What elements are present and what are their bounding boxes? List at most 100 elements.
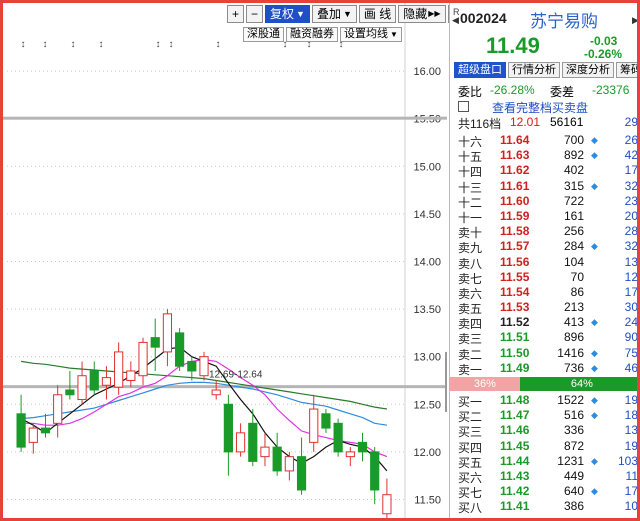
set-ma-label: 设置均线 — [344, 28, 388, 40]
kline-svg[interactable]: 16.0015.5015.0014.5014.0013.5013.0012.50… — [3, 3, 447, 521]
bid-row[interactable]: 买六 11.43 449 11 — [450, 468, 637, 485]
buy-sell-balance-bar: 36% 64% — [450, 377, 637, 391]
ask-price: 11.51 — [500, 330, 530, 345]
tab-market-analysis[interactable]: 行情分析 — [508, 62, 560, 78]
ask-volume: 284 — [563, 239, 584, 254]
ask-row[interactable]: 十三 11.61 315 32 ◆ — [450, 178, 637, 195]
ask-row[interactable]: 卖四 11.52 413 24 ◆ — [450, 315, 637, 331]
ask-row[interactable]: 卖二 11.50 1416 75 ◆ — [450, 345, 637, 362]
bid-row[interactable]: 买二 11.47 516 18 ◆ — [450, 408, 637, 424]
bid-row[interactable]: 买五 11.44 1231 103 ◆ — [450, 454, 637, 470]
kline-chart-area[interactable]: 16.0015.5015.0014.5014.0013.5013.0012.50… — [3, 3, 467, 521]
chart-subbar: 深股通 融资融券 设置均线 ▼ — [243, 27, 402, 42]
fuquan-dropdown[interactable]: 复权 ▼ — [265, 5, 310, 23]
prev-stock-icon[interactable]: ◀ — [452, 15, 459, 26]
ask-price: 11.49 — [500, 360, 530, 375]
ask-volume: 86 — [570, 284, 584, 299]
draw-line-button[interactable]: 画 线 — [358, 5, 397, 23]
candle-body — [272, 446, 282, 472]
ask-volume: 736 — [563, 360, 584, 375]
bid-price: 11.41 — [500, 499, 530, 514]
hide-button[interactable]: 隐藏 ▶▶ — [398, 5, 446, 23]
checkbox-icon[interactable] — [458, 101, 469, 112]
ask-price: 11.56 — [500, 254, 530, 269]
buy-share: 36% — [450, 377, 520, 391]
ask-row[interactable]: 十六 11.64 700 26 ◆ — [450, 133, 637, 149]
bid-price: 11.42 — [500, 484, 530, 499]
zoom-out-button[interactable]: − — [246, 5, 264, 23]
bid-price: 11.43 — [500, 468, 530, 483]
order-dot-icon: ◆ — [591, 317, 598, 328]
next-stock-icon[interactable]: ▶ — [632, 15, 637, 26]
ask-price: 11.50 — [500, 345, 530, 360]
y-tick-label: 15.00 — [413, 161, 441, 173]
candle-body — [357, 441, 368, 453]
candle-body — [296, 456, 307, 491]
zoom-in-button[interactable]: + — [227, 5, 245, 23]
ask-price: 11.59 — [500, 208, 530, 223]
candle-body — [321, 413, 331, 429]
panel-tabs: 超级盘口 行情分析 深度分析 筹码分 — [454, 62, 637, 78]
y-tick-label: 13.00 — [413, 352, 441, 364]
bid-volume: 336 — [563, 423, 584, 438]
ask-row[interactable]: 十四 11.62 402 17 — [450, 163, 637, 179]
ask-row[interactable]: 十二 11.60 722 23 — [450, 193, 637, 210]
ask-row[interactable]: 卖十 11.58 256 28 — [450, 224, 637, 240]
y-tick-label: 11.50 — [414, 494, 441, 506]
ask-row[interactable]: 卖五 11.53 213 30 — [450, 300, 637, 316]
ask-row[interactable]: 卖九 11.57 284 32 ◆ — [450, 239, 637, 255]
event-marker-icon: ↕ — [71, 39, 76, 50]
candle-body — [53, 394, 63, 424]
ask-volume: 892 — [563, 148, 584, 163]
weibi-label: 委比 — [458, 85, 483, 99]
bid-row[interactable]: 买八 11.41 386 10 — [450, 499, 637, 515]
ask-row[interactable]: 卖七 11.55 70 12 — [450, 270, 637, 286]
ask-price: 11.52 — [500, 315, 530, 330]
candle-body — [150, 337, 160, 348]
ask-row[interactable]: 卖六 11.54 86 17 — [450, 284, 637, 301]
ask-row[interactable]: 卖一 11.49 736 46 ◆ — [450, 360, 637, 377]
bid-row[interactable]: 买三 11.46 336 13 — [450, 423, 637, 439]
bid-row[interactable]: 买四 11.45 872 19 — [450, 438, 637, 455]
shengutong-button[interactable]: 深股通 — [243, 27, 284, 42]
order-dot-icon: ◆ — [591, 135, 598, 145]
bid-price: 11.46 — [500, 423, 530, 438]
weicha-value: -23376 — [592, 83, 630, 97]
candle-body — [89, 370, 99, 391]
sell-share: 64% — [519, 377, 637, 391]
rongzi-button[interactable]: 融资融券 — [286, 27, 338, 42]
full-book-link[interactable]: 查看完整档买卖盘 — [492, 99, 588, 116]
ask-price: 11.61 — [500, 178, 530, 193]
event-marker-icon: ↕ — [216, 39, 221, 50]
order-book: 十六 11.64 700 26 ◆ 十五 11.63 892 42 ◆ 十四 11.62 402 17 十三… — [450, 133, 637, 515]
bid-price: 11.45 — [500, 438, 530, 453]
diejia-dropdown[interactable]: 叠加 ▼ — [311, 5, 357, 23]
tab-super-book[interactable]: 超级盘口 — [454, 62, 506, 78]
candle-body — [40, 427, 51, 434]
set-ma-dropdown[interactable]: 设置均线 ▼ — [340, 27, 402, 42]
bid-volume: 386 — [563, 499, 584, 514]
bid-row[interactable]: 买七 11.42 640 17 ◆ — [450, 484, 637, 500]
candle-body — [77, 375, 87, 401]
double-arrow-icon: ▶▶ — [428, 9, 441, 18]
hide-label: 隐藏 — [403, 7, 428, 21]
price-change: -0.03 — [590, 34, 618, 48]
candle-body — [28, 427, 38, 443]
order-dot-icon: ◆ — [591, 410, 598, 421]
tab-deep-analysis[interactable]: 深度分析 — [562, 62, 614, 78]
ask-row[interactable]: 卖三 11.51 896 90 — [450, 330, 637, 346]
diejia-label: 叠加 — [316, 7, 341, 21]
ask-price: 11.57 — [500, 239, 530, 254]
order-dot-icon: ◆ — [591, 347, 598, 358]
scroll-handle — [445, 351, 447, 412]
y-tick-label: 12.50 — [413, 399, 441, 411]
ask-price: 11.60 — [500, 193, 530, 208]
candle-body — [370, 451, 380, 491]
ask-row[interactable]: 十五 11.63 892 42 ◆ — [450, 148, 637, 164]
ask-row[interactable]: 卖八 11.56 104 13 — [450, 254, 637, 271]
bid-row[interactable]: 买一 11.48 1522 19 ◆ — [450, 393, 637, 409]
stock-header: R ◀ 002024 苏宁易购 ▶ — [450, 7, 637, 32]
ask-row[interactable]: 十一 11.59 161 20 — [450, 208, 637, 225]
order-dot-icon: ◆ — [591, 241, 598, 252]
app-frame: 16.0015.5015.0014.5014.0013.5013.0012.50… — [0, 0, 640, 521]
